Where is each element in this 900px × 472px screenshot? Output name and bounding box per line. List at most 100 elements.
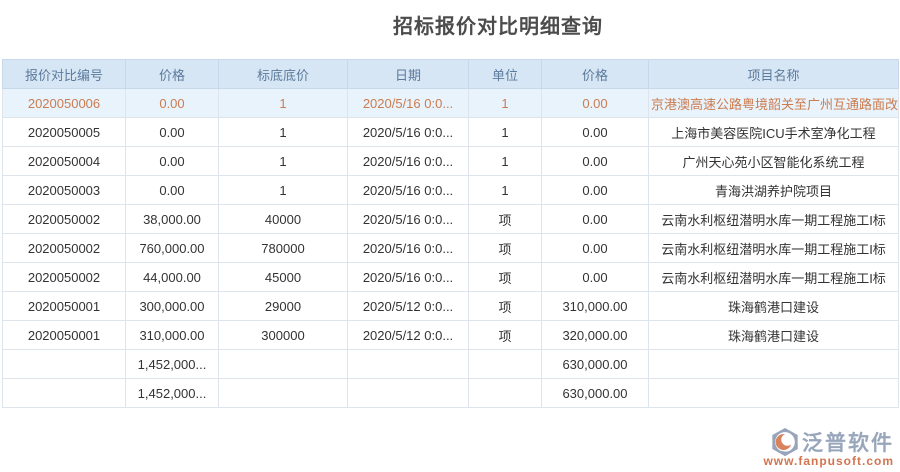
price-cell: 300,000.00 bbox=[125, 291, 219, 321]
total-empty-cell bbox=[2, 378, 126, 408]
table-row[interactable]: 2020050006 0.00 1 2020/5/16 0:0... 1 0.00 京港澳高… bbox=[2, 88, 899, 118]
quote-id-link[interactable]: 2020050006 bbox=[2, 88, 126, 118]
total-empty-cell bbox=[468, 378, 542, 408]
price-2-cell: 0.00 bbox=[541, 117, 649, 147]
table-row[interactable]: 2020050002 38,000.00 40000 2020/5/16 0:0...… bbox=[2, 204, 899, 234]
price-cell: 760,000.00 bbox=[125, 233, 219, 263]
base-price-cell: 1 bbox=[218, 146, 348, 176]
date-cell: 2020/5/16 0:0... bbox=[347, 204, 469, 234]
total-empty-cell bbox=[347, 349, 469, 379]
project-name-link[interactable]: 青海洪湖养护院项目 bbox=[648, 175, 899, 205]
unit-cell: 1 bbox=[468, 175, 542, 205]
unit-cell: 项 bbox=[468, 320, 542, 350]
col-header-price-2: 价格 bbox=[541, 59, 649, 89]
table-row[interactable]: 2020050001 310,000.00 300000 2020/5/12 0:0.… bbox=[2, 320, 899, 350]
total-price-cell: 1,452,000... bbox=[125, 378, 219, 408]
total-empty-cell bbox=[648, 378, 899, 408]
base-price-cell: 1 bbox=[218, 88, 348, 118]
col-header-price: 价格 bbox=[125, 59, 219, 89]
quote-comparison-table: 报价对比编号 价格 标底底价 日期 单位 价格 项目名称 2020050006 0… bbox=[2, 59, 899, 408]
quote-id-link[interactable]: 2020050002 bbox=[2, 262, 126, 292]
quote-id-link[interactable]: 2020050005 bbox=[2, 117, 126, 147]
project-name-link[interactable]: 云南水利枢纽潜明水库一期工程施工I标 bbox=[648, 233, 899, 263]
table-row[interactable]: 2020050005 0.00 1 2020/5/16 0:0... 1 0.00 上海市美… bbox=[2, 117, 899, 147]
price-cell: 0.00 bbox=[125, 146, 219, 176]
price-2-cell: 310,000.00 bbox=[541, 291, 649, 321]
base-price-cell: 1 bbox=[218, 175, 348, 205]
project-name-link[interactable]: 广州天心苑小区智能化系统工程 bbox=[648, 146, 899, 176]
table-row[interactable]: 2020050001 300,000.00 29000 2020/5/12 0:0..… bbox=[2, 291, 899, 321]
base-price-cell: 300000 bbox=[218, 320, 348, 350]
base-price-cell: 1 bbox=[218, 117, 348, 147]
quote-id-link[interactable]: 2020050001 bbox=[2, 291, 126, 321]
brand-name: 泛普软件 bbox=[802, 432, 894, 455]
table-row[interactable]: 2020050004 0.00 1 2020/5/16 0:0... 1 0.00 广州天心… bbox=[2, 146, 899, 176]
date-cell: 2020/5/12 0:0... bbox=[347, 291, 469, 321]
table-header-row: 报价对比编号 价格 标底底价 日期 单位 价格 项目名称 bbox=[2, 59, 899, 89]
price-2-cell: 0.00 bbox=[541, 262, 649, 292]
price-2-cell: 0.00 bbox=[541, 175, 649, 205]
date-cell: 2020/5/12 0:0... bbox=[347, 320, 469, 350]
col-header-project-name: 项目名称 bbox=[648, 59, 899, 89]
date-cell: 2020/5/16 0:0... bbox=[347, 233, 469, 263]
project-name-link[interactable]: 京港澳高速公路粤境韶关至广州互通路面改 bbox=[648, 88, 899, 118]
price-2-cell: 0.00 bbox=[541, 146, 649, 176]
table-row[interactable]: 2020050003 0.00 1 2020/5/16 0:0... 1 0.00 青海洪湖… bbox=[2, 175, 899, 205]
base-price-cell: 45000 bbox=[218, 262, 348, 292]
total-price-cell: 1,452,000... bbox=[125, 349, 219, 379]
price-cell: 38,000.00 bbox=[125, 204, 219, 234]
unit-cell: 1 bbox=[468, 88, 542, 118]
project-name-link[interactable]: 云南水利枢纽潜明水库一期工程施工I标 bbox=[648, 262, 899, 292]
price-2-cell: 0.00 bbox=[541, 233, 649, 263]
date-cell: 2020/5/16 0:0... bbox=[347, 262, 469, 292]
price-cell: 0.00 bbox=[125, 88, 219, 118]
total-empty-cell bbox=[648, 349, 899, 379]
total-price-2-cell: 630,000.00 bbox=[541, 349, 649, 379]
date-cell: 2020/5/16 0:0... bbox=[347, 117, 469, 147]
price-cell: 0.00 bbox=[125, 117, 219, 147]
project-name-link[interactable]: 珠海鹤港口建设 bbox=[648, 291, 899, 321]
col-header-date: 日期 bbox=[347, 59, 469, 89]
total-empty-cell bbox=[347, 378, 469, 408]
total-empty-cell bbox=[218, 349, 348, 379]
base-price-cell: 29000 bbox=[218, 291, 348, 321]
total-row: 1,452,000... 630,000.00 bbox=[2, 378, 899, 408]
total-empty-cell bbox=[468, 349, 542, 379]
unit-cell: 1 bbox=[468, 117, 542, 147]
quote-id-link[interactable]: 2020050002 bbox=[2, 204, 126, 234]
price-cell: 310,000.00 bbox=[125, 320, 219, 350]
table-row[interactable]: 2020050002 760,000.00 780000 2020/5/16 0:0.… bbox=[2, 233, 899, 263]
quote-id-link[interactable]: 2020050004 bbox=[2, 146, 126, 176]
total-price-2-cell: 630,000.00 bbox=[541, 378, 649, 408]
total-empty-cell bbox=[2, 349, 126, 379]
brand-url: www.fanpusoft.com bbox=[763, 454, 894, 468]
base-price-cell: 40000 bbox=[218, 204, 348, 234]
col-header-base-price: 标底底价 bbox=[218, 59, 348, 89]
date-cell: 2020/5/16 0:0... bbox=[347, 146, 469, 176]
total-empty-cell bbox=[218, 378, 348, 408]
unit-cell: 1 bbox=[468, 146, 542, 176]
project-name-link[interactable]: 云南水利枢纽潜明水库一期工程施工I标 bbox=[648, 204, 899, 234]
price-cell: 0.00 bbox=[125, 175, 219, 205]
unit-cell: 项 bbox=[468, 262, 542, 292]
price-2-cell: 0.00 bbox=[541, 88, 649, 118]
unit-cell: 项 bbox=[468, 233, 542, 263]
unit-cell: 项 bbox=[468, 291, 542, 321]
col-header-unit: 单位 bbox=[468, 59, 542, 89]
unit-cell: 项 bbox=[468, 204, 542, 234]
quote-id-link[interactable]: 2020050003 bbox=[2, 175, 126, 205]
price-cell: 44,000.00 bbox=[125, 262, 219, 292]
col-header-quote-id: 报价对比编号 bbox=[2, 59, 126, 89]
quote-id-link[interactable]: 2020050002 bbox=[2, 233, 126, 263]
project-name-link[interactable]: 上海市美容医院ICU手术室净化工程 bbox=[648, 117, 899, 147]
quote-id-link[interactable]: 2020050001 bbox=[2, 320, 126, 350]
price-2-cell: 0.00 bbox=[541, 204, 649, 234]
project-name-link[interactable]: 珠海鹤港口建设 bbox=[648, 320, 899, 350]
date-cell: 2020/5/16 0:0... bbox=[347, 175, 469, 205]
base-price-cell: 780000 bbox=[218, 233, 348, 263]
page-title: 招标报价对比明细查询 bbox=[393, 16, 603, 38]
date-cell: 2020/5/16 0:0... bbox=[347, 88, 469, 118]
fanpu-logo-icon bbox=[772, 427, 798, 457]
table-row[interactable]: 2020050002 44,000.00 45000 2020/5/16 0:0...… bbox=[2, 262, 899, 292]
price-2-cell: 320,000.00 bbox=[541, 320, 649, 350]
